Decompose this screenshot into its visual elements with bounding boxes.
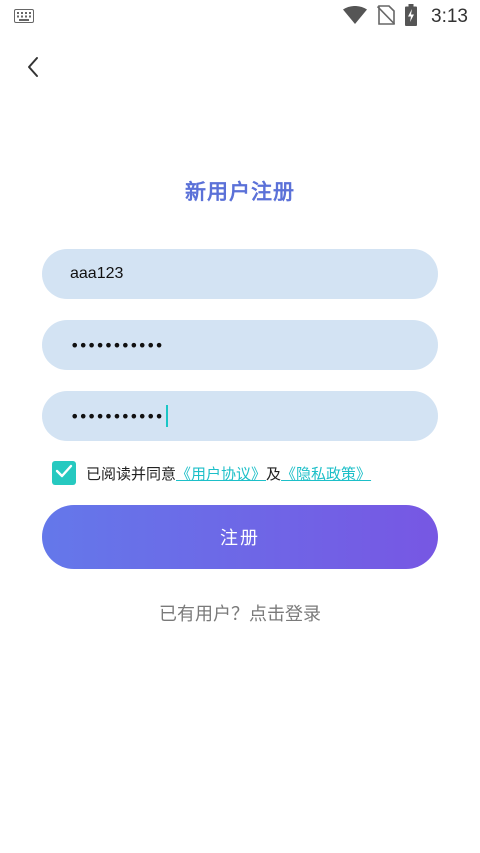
- privacy-policy-link[interactable]: 《隐私政策》: [281, 463, 371, 484]
- agree-and-text: 及: [266, 464, 282, 483]
- login-link[interactable]: 已有用户？点击登录: [0, 600, 480, 626]
- register-button[interactable]: 注册: [42, 505, 438, 569]
- checkmark-icon: [55, 464, 73, 482]
- agree-prefix-text: 已阅读并同意: [86, 464, 177, 483]
- agreement-row: 已阅读并同意 《用户协议》 及 《隐私政策》: [52, 461, 371, 485]
- text-caret: [165, 405, 168, 427]
- username-field[interactable]: [42, 249, 438, 299]
- status-time: 3:13: [431, 6, 468, 27]
- username-input[interactable]: [70, 265, 410, 283]
- confirm-password-value: •••••••••••: [70, 406, 164, 426]
- status-right: 3:13: [343, 4, 468, 30]
- page-title: 新用户注册: [185, 180, 295, 204]
- wifi-icon: [343, 5, 368, 28]
- status-bar: 3:13: [0, 0, 480, 34]
- user-agreement-link[interactable]: 《用户协议》: [176, 463, 266, 484]
- no-sim-icon: [376, 5, 396, 29]
- register-screen: 3:13 新用户注册 ••••••••••• •••••••••••: [0, 0, 480, 853]
- back-button[interactable]: [16, 52, 50, 86]
- password-value: •••••••••••: [70, 335, 164, 355]
- chevron-left-icon: [26, 56, 40, 82]
- keyboard-icon: [14, 8, 34, 27]
- status-left: [14, 8, 34, 27]
- agree-checkbox[interactable]: [52, 461, 76, 485]
- battery-charging-icon: [405, 4, 418, 30]
- password-field[interactable]: •••••••••••: [42, 320, 438, 370]
- confirm-password-field[interactable]: •••••••••••: [42, 391, 438, 441]
